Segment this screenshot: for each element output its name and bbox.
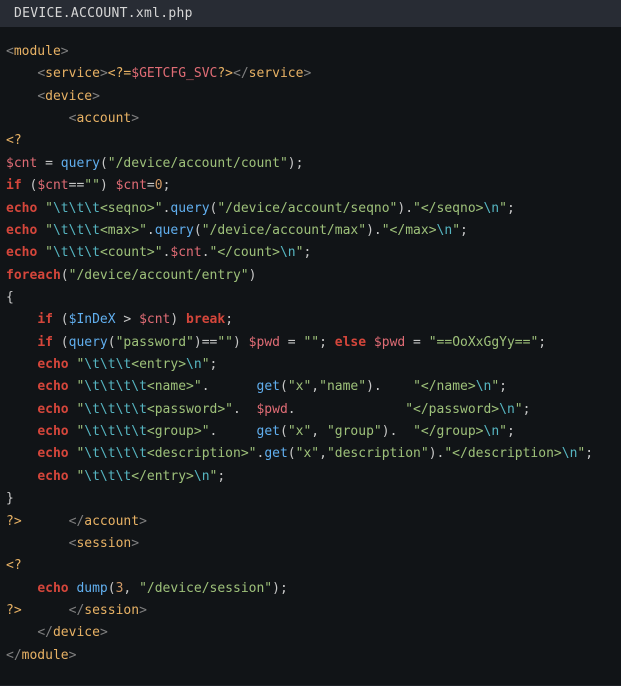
code-line: ?> </account>: [6, 511, 615, 533]
code-line: echo "\t\t\t<count>".$cnt."</count>\n";: [6, 242, 615, 264]
code-line: echo "\t\t\t\t<name>". get("x","name"). …: [6, 376, 615, 398]
code-line: echo "\t\t\t<max>".query("/device/accoun…: [6, 220, 615, 242]
code-editor[interactable]: <module> <service><?=$GETCFG_SVC?></serv…: [0, 27, 621, 685]
code-line: echo "\t\t\t</entry>\n";: [6, 466, 615, 488]
code-line: <module>: [6, 41, 615, 63]
code-line: <session>: [6, 533, 615, 555]
code-line: ?> </session>: [6, 600, 615, 622]
code-line: echo "\t\t\t<entry>\n";: [6, 354, 615, 376]
code-line: <device>: [6, 86, 615, 108]
code-line: echo "\t\t\t<seqno>".query("/device/acco…: [6, 198, 615, 220]
file-tab[interactable]: DEVICE.ACCOUNT.xml.php: [0, 0, 621, 27]
code-line: <?: [6, 130, 615, 152]
code-line: </device>: [6, 622, 615, 644]
code-line: }: [6, 488, 615, 510]
code-line: $cnt = query("/device/account/count");: [6, 153, 615, 175]
code-line: echo "\t\t\t\t<description>".get("x","de…: [6, 443, 615, 465]
code-line: echo dump(3, "/device/session");: [6, 578, 615, 600]
code-line: if ($InDeX > $cnt) break;: [6, 309, 615, 331]
code-line: echo "\t\t\t\t<password>". $pwd. "</pass…: [6, 399, 615, 421]
code-line: if ($cnt=="") $cnt=0;: [6, 175, 615, 197]
file-name: DEVICE.ACCOUNT.xml.php: [14, 6, 193, 21]
code-line: <service><?=$GETCFG_SVC?></service>: [6, 63, 615, 85]
code-line: echo "\t\t\t\t<group>". get("x", "group"…: [6, 421, 615, 443]
code-line: if (query("password")=="") $pwd = ""; el…: [6, 332, 615, 354]
code-line: <account>: [6, 108, 615, 130]
code-line: {: [6, 287, 615, 309]
code-line: </module>: [6, 645, 615, 667]
code-line: <?: [6, 555, 615, 577]
code-line: foreach("/device/account/entry"): [6, 265, 615, 287]
